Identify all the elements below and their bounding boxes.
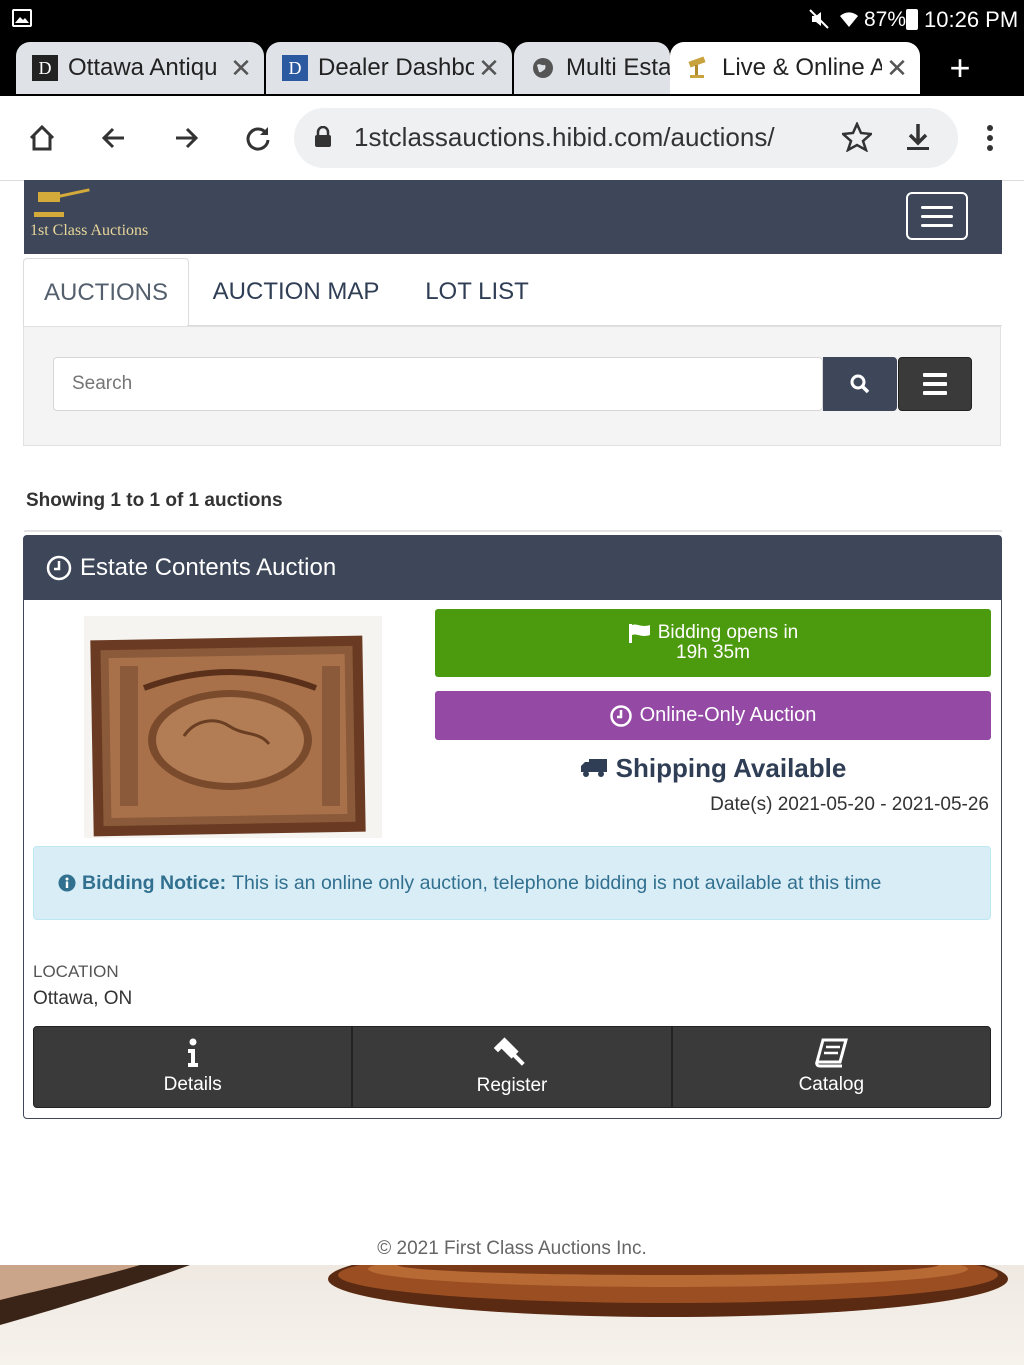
info-circle-icon	[58, 874, 76, 892]
d-favicon-icon: D	[282, 55, 308, 81]
bidding-notice: Bidding Notice: This is an online only a…	[33, 846, 991, 920]
more-vert-icon[interactable]	[968, 116, 1012, 160]
d-favicon-icon: D	[32, 55, 58, 81]
clock: 10:26 PM	[924, 7, 1019, 32]
info-icon	[187, 1038, 198, 1067]
site-menu-toggle[interactable]	[906, 192, 968, 240]
battery-icon	[906, 9, 918, 30]
search-button[interactable]	[823, 357, 897, 411]
browser-tab-ottawa[interactable]: D Ottawa Antiqu ✕	[16, 42, 264, 94]
clock-icon	[46, 555, 72, 581]
close-tab-icon[interactable]: ✕	[882, 53, 912, 84]
auction-title[interactable]: Estate Contents Auction	[80, 554, 336, 582]
details-button[interactable]: Details	[33, 1026, 353, 1108]
search-input[interactable]	[53, 357, 823, 411]
gavel-favicon-icon	[686, 55, 712, 81]
flag-icon	[628, 624, 650, 643]
notice-label: Bidding Notice:	[82, 871, 227, 894]
bidding-opens-button[interactable]: Bidding opens in 19h 35m	[435, 609, 991, 677]
browser-tab-multi[interactable]: Multi Esta	[514, 42, 670, 94]
auction-card: Estate Contents Auction Bidding opens in…	[23, 535, 1002, 1119]
wifi-icon	[838, 8, 860, 35]
close-tab-icon[interactable]: ✕	[474, 53, 504, 84]
auction-dates: Date(s) 2021-05-20 - 2021-05-26	[710, 794, 989, 815]
browser-tab-strip: D Ottawa Antiqu ✕ D Dealer Dashbo ✕ Mult…	[0, 40, 1024, 96]
search-panel	[23, 326, 1001, 446]
online-only-button[interactable]: Online-Only Auction	[435, 691, 991, 740]
status-bar: 87% 10:26 PM	[0, 0, 1024, 40]
lock-icon	[314, 125, 332, 153]
results-count: Showing 1 to 1 of 1 auctions	[26, 490, 283, 511]
register-button[interactable]: Register	[352, 1026, 672, 1108]
shipping-available: Shipping Available	[435, 750, 991, 786]
auction-card-header[interactable]: Estate Contents Auction	[24, 536, 1001, 600]
battery-percent: 87%	[864, 8, 907, 31]
browser-tab-dealer[interactable]: D Dealer Dashbo ✕	[266, 42, 512, 94]
reload-icon[interactable]	[236, 116, 280, 160]
footer-copyright: © 2021 First Class Auctions Inc.	[377, 1238, 647, 1259]
clock-icon	[609, 704, 632, 727]
location-value: Ottawa, ON	[33, 988, 133, 1009]
gavel-logo-icon	[34, 188, 90, 217]
divider	[24, 530, 1002, 532]
tab-auction-map[interactable]: AUCTION MAP	[206, 258, 386, 326]
search-icon	[850, 374, 870, 394]
back-arrow-icon[interactable]	[92, 116, 136, 160]
site-logo[interactable]: 1st Class Auctions	[30, 186, 180, 246]
tab-lot-list[interactable]: LOT LIST	[418, 258, 536, 326]
new-tab-icon[interactable]: +	[940, 48, 980, 88]
book-icon	[815, 1038, 849, 1068]
tab-auctions[interactable]: AUCTIONS	[23, 258, 189, 327]
globe-icon	[530, 55, 556, 81]
truck-icon	[580, 759, 607, 777]
gavel-footer-image	[0, 1265, 1024, 1365]
gallery-notification-icon	[12, 9, 32, 27]
browser-tab-live-online[interactable]: Live & Online A ✕	[670, 42, 920, 94]
site-header: 1st Class Auctions	[24, 180, 1002, 254]
home-icon[interactable]	[20, 116, 64, 160]
address-bar[interactable]: 1stclassauctions.hibid.com/auctions/	[294, 108, 958, 168]
catalog-button[interactable]: Catalog	[671, 1026, 991, 1108]
gavel-icon	[493, 1037, 525, 1066]
filter-menu-button[interactable]	[898, 357, 972, 411]
url-text[interactable]: 1stclassauctions.hibid.com/auctions/	[354, 122, 824, 153]
notice-text: This is an online only auction, telephon…	[232, 871, 882, 894]
forward-arrow-icon[interactable]	[164, 116, 208, 160]
auction-actions: Details Register Catalog	[33, 1026, 991, 1108]
download-icon[interactable]	[904, 122, 932, 157]
auction-thumbnail[interactable]	[84, 616, 382, 838]
location-label: LOCATION	[33, 962, 119, 981]
close-tab-icon[interactable]: ✕	[226, 53, 256, 84]
bookmark-star-icon[interactable]	[840, 120, 874, 157]
mute-icon	[808, 8, 830, 35]
